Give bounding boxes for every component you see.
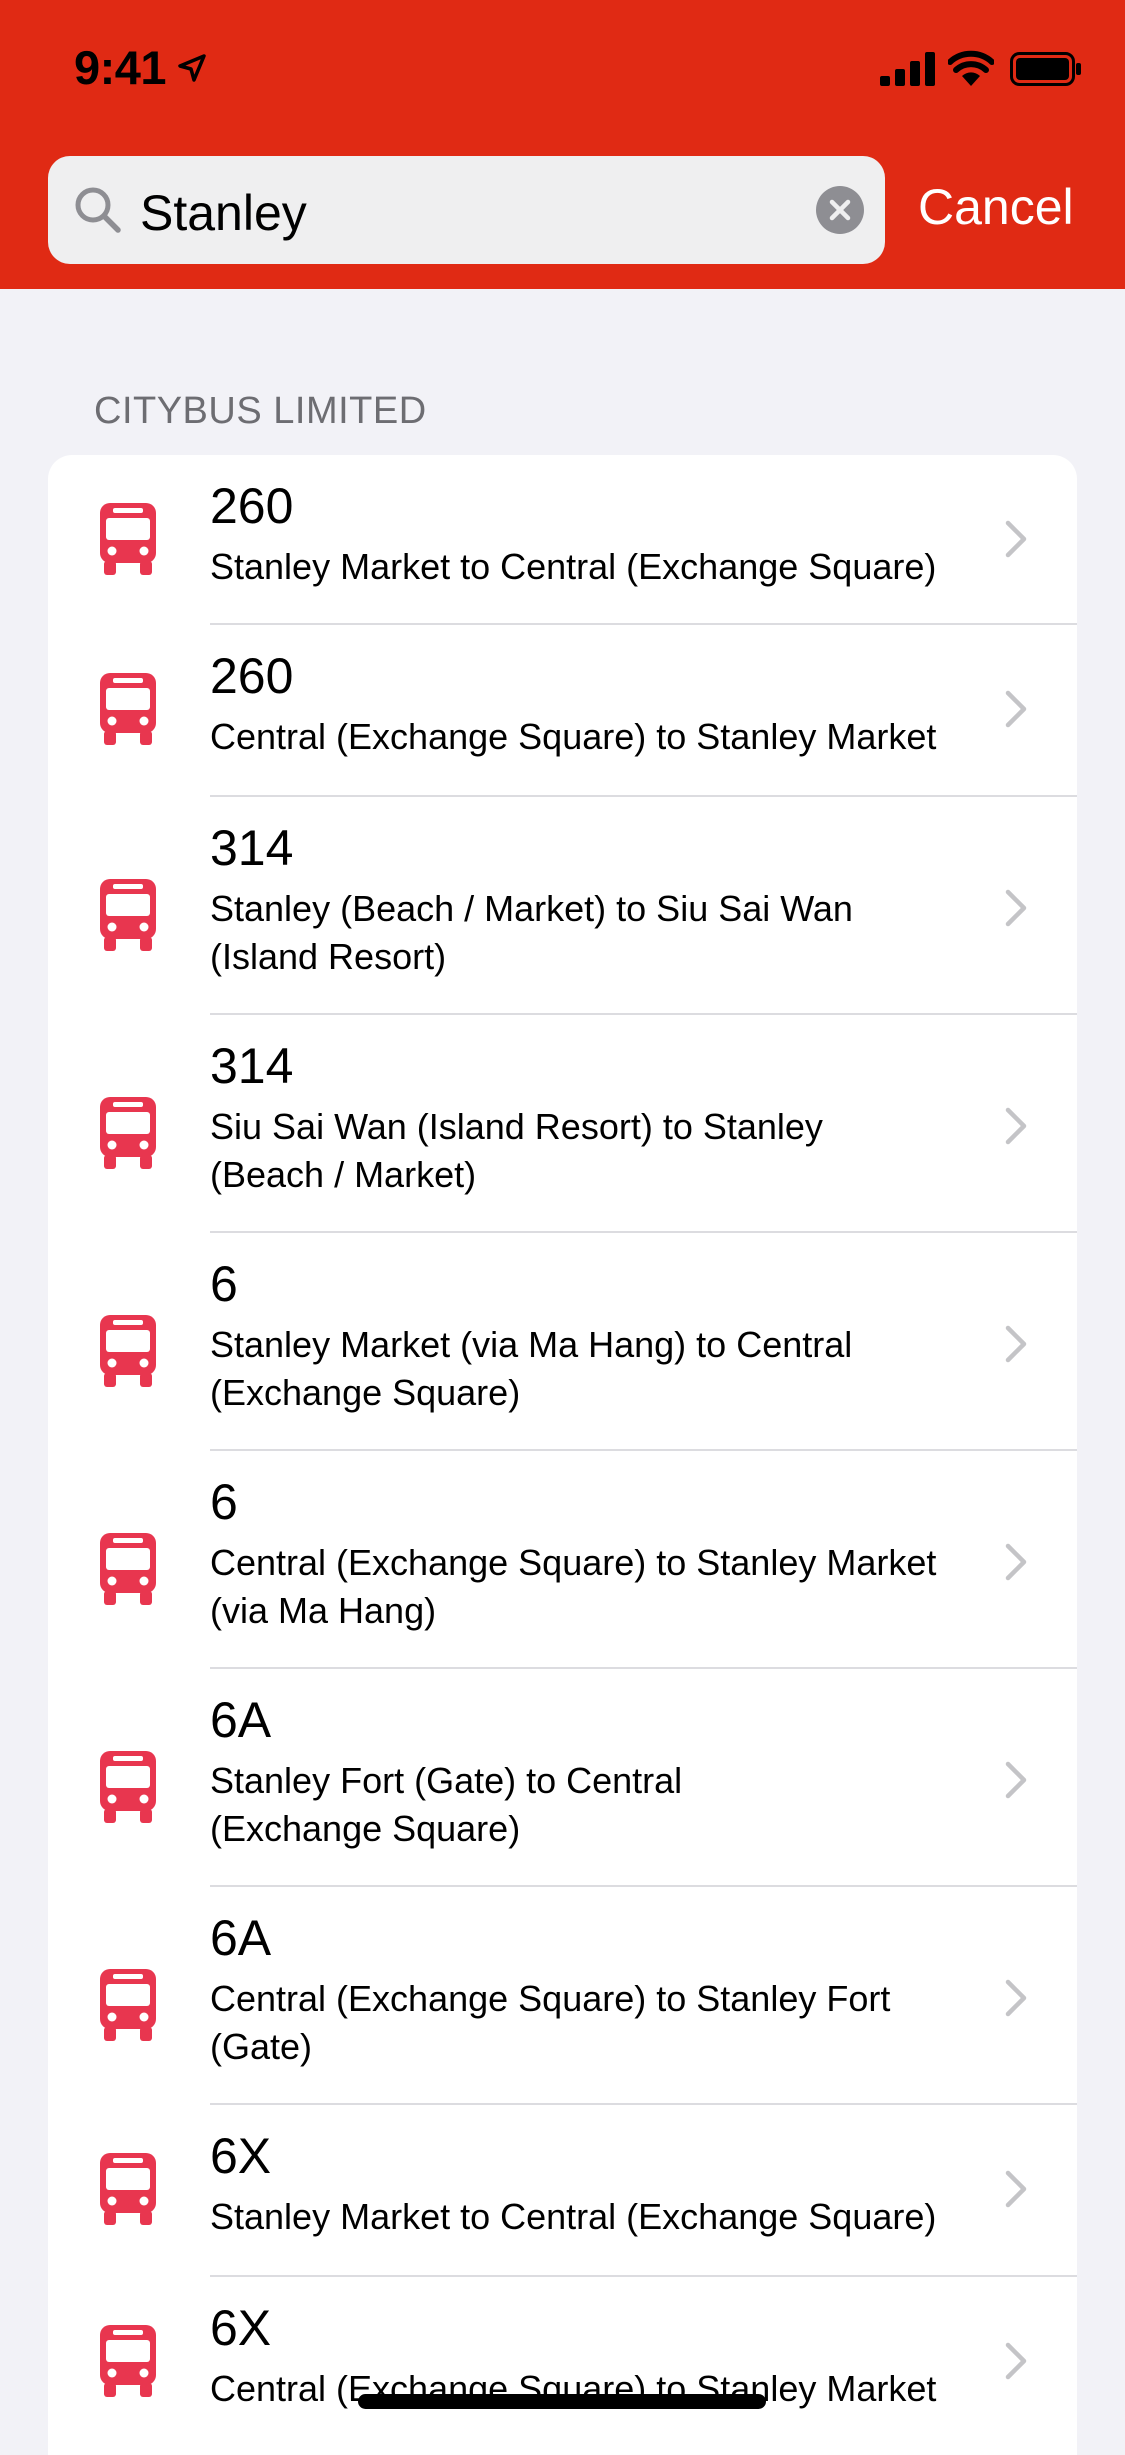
close-icon [829,199,851,221]
route-number: 314 [210,820,294,876]
route-row[interactable]: 6 Central (Exchange Square) to Stanley Ma… [48,1451,1077,1669]
route-number: 6X [210,2300,272,2356]
route-description: Siu Sai Wan (Island Resort) to Stanley (… [210,1106,823,1195]
route-row[interactable]: 314 Stanley (Beach / Market) to Siu Sai W… [48,797,1077,1015]
chevron-right-icon [1005,520,1027,558]
wifi-icon [948,50,994,86]
search-icon [75,187,121,233]
bus-icon [100,503,156,575]
route-row[interactable]: 6X Stanley Market to Central (Exchange Sq… [48,2105,1077,2277]
header-bar: 9:41 Stanley Cancel [0,0,1125,289]
status-bar: 9:41 [0,0,1125,140]
location-arrow-icon [178,54,206,82]
route-description: Stanley Fort (Gate) to Central (Exchange… [210,1760,683,1849]
bus-icon [100,879,156,951]
route-number: 314 [210,1038,294,1094]
bus-icon [100,1969,156,2041]
chevron-right-icon [1005,2342,1027,2380]
chevron-right-icon [1005,2170,1027,2208]
route-number: 6A [210,1692,272,1748]
route-description: Stanley Market to Central (Exchange Squa… [210,2196,937,2237]
route-row[interactable]: 314 Siu Sai Wan (Island Resort) to Stanle… [48,1015,1077,1233]
chevron-right-icon [1005,1979,1027,2017]
route-row[interactable]: 260 Central (Exchange Square) to Stanley … [48,625,1077,797]
route-number: 6 [210,1256,238,1312]
route-row[interactable]: 6A Stanley Fort (Gate) to Central (Exchan… [48,1669,1077,1887]
route-description: Stanley Market (via Ma Hang) to Central … [210,1324,853,1413]
status-time: 9:41 [74,41,167,94]
bus-icon [100,673,156,745]
chevron-right-icon [1005,1543,1027,1581]
route-row[interactable]: 260 Stanley Market to Central (Exchange S… [48,455,1077,625]
cancel-button[interactable]: Cancel [918,178,1074,236]
route-description: Central (Exchange Square) to Stanley Mar… [210,1542,937,1631]
route-row[interactable]: 6 Stanley Market (via Ma Hang) to Central… [48,1233,1077,1451]
search-input[interactable]: Stanley [140,184,307,242]
route-number: 6A [210,1910,272,1966]
bus-icon [100,2325,156,2397]
chevron-right-icon [1005,690,1027,728]
route-number: 260 [210,648,294,704]
search-field[interactable]: Stanley [48,156,885,264]
route-number: 260 [210,478,294,534]
bus-icon [100,1751,156,1823]
clear-search-button[interactable] [816,186,864,234]
cellular-signal-icon [880,52,935,86]
route-number: 6X [210,2128,272,2184]
section-header: CITYBUS LIMITED [94,390,427,432]
battery-icon [1010,52,1081,86]
route-list: 260 Stanley Market to Central (Exchange S… [48,455,1077,2455]
bus-icon [100,1533,156,1605]
bus-icon [100,2153,156,2225]
bus-icon [100,1097,156,1169]
bus-icon [100,1315,156,1387]
route-description: Central (Exchange Square) to Stanley Mar… [210,716,937,757]
route-row[interactable]: 6A Central (Exchange Square) to Stanley F… [48,1887,1077,2105]
home-indicator [358,2394,766,2409]
route-description: Stanley Market to Central (Exchange Squa… [210,546,937,587]
chevron-right-icon [1005,1325,1027,1363]
chevron-right-icon [1005,889,1027,927]
route-description: Stanley (Beach / Market) to Siu Sai Wan … [210,888,853,977]
route-row[interactable]: 6X Central (Exchange Square) to Stanley M… [48,2277,1077,2455]
chevron-right-icon [1005,1107,1027,1145]
route-number: 6 [210,1474,238,1530]
chevron-right-icon [1005,1761,1027,1799]
route-description: Central (Exchange Square) to Stanley For… [210,1978,891,2067]
